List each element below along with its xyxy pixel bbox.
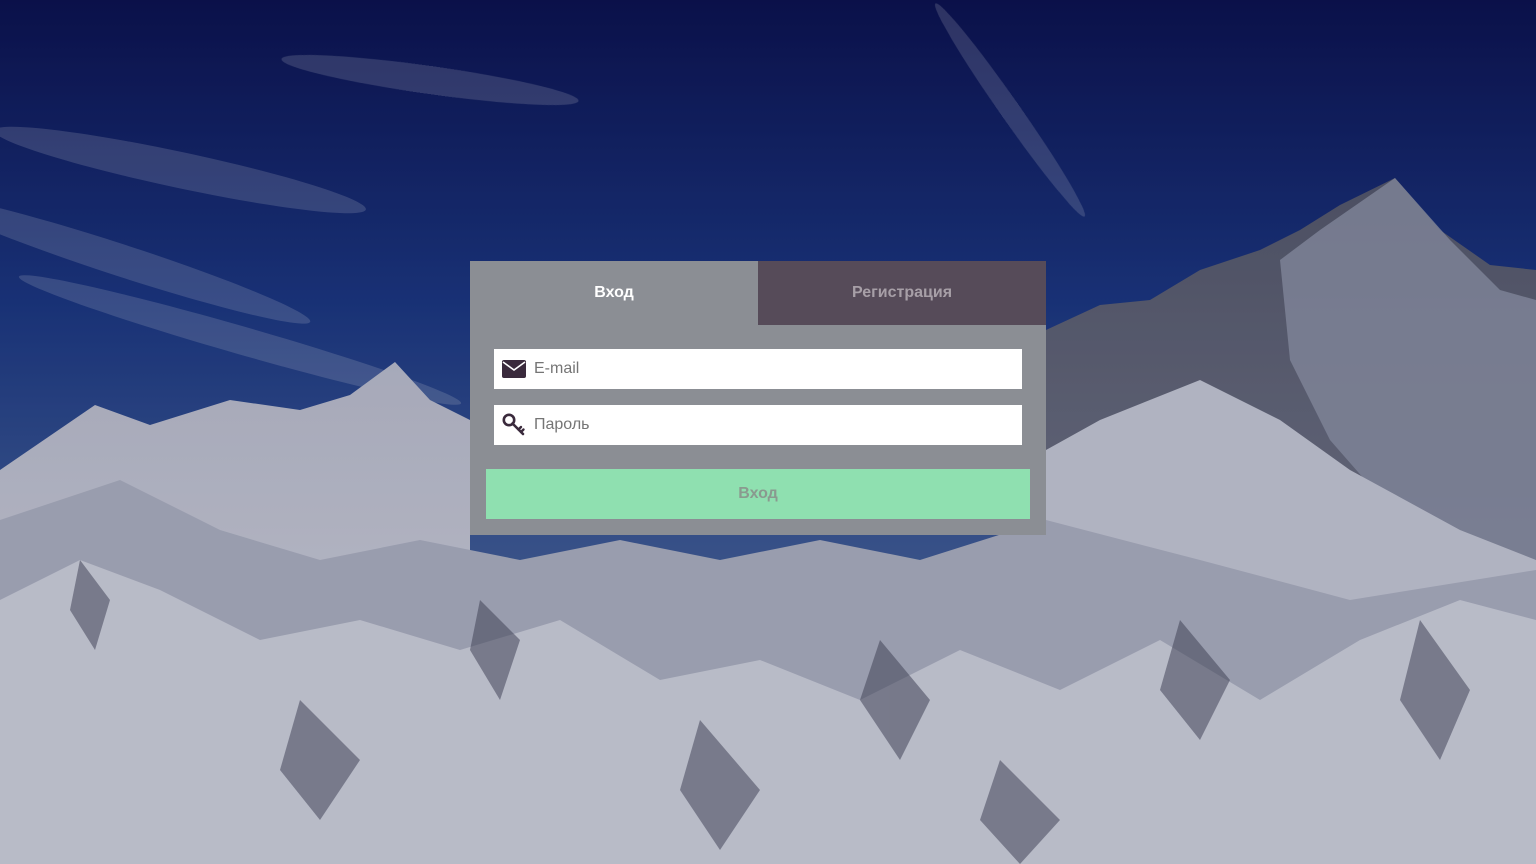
tab-register[interactable]: Регистрация [758, 261, 1046, 325]
email-field [494, 349, 1022, 389]
password-field [494, 405, 1022, 445]
envelope-icon [494, 349, 534, 389]
auth-card: Вход Регистрация Вход [470, 261, 1046, 535]
tab-login[interactable]: Вход [470, 261, 758, 325]
password-input[interactable] [534, 406, 1022, 444]
auth-tabs: Вход Регистрация [470, 261, 1046, 325]
email-input[interactable] [534, 350, 1022, 388]
login-submit-button[interactable]: Вход [486, 469, 1030, 519]
key-icon [494, 405, 534, 445]
